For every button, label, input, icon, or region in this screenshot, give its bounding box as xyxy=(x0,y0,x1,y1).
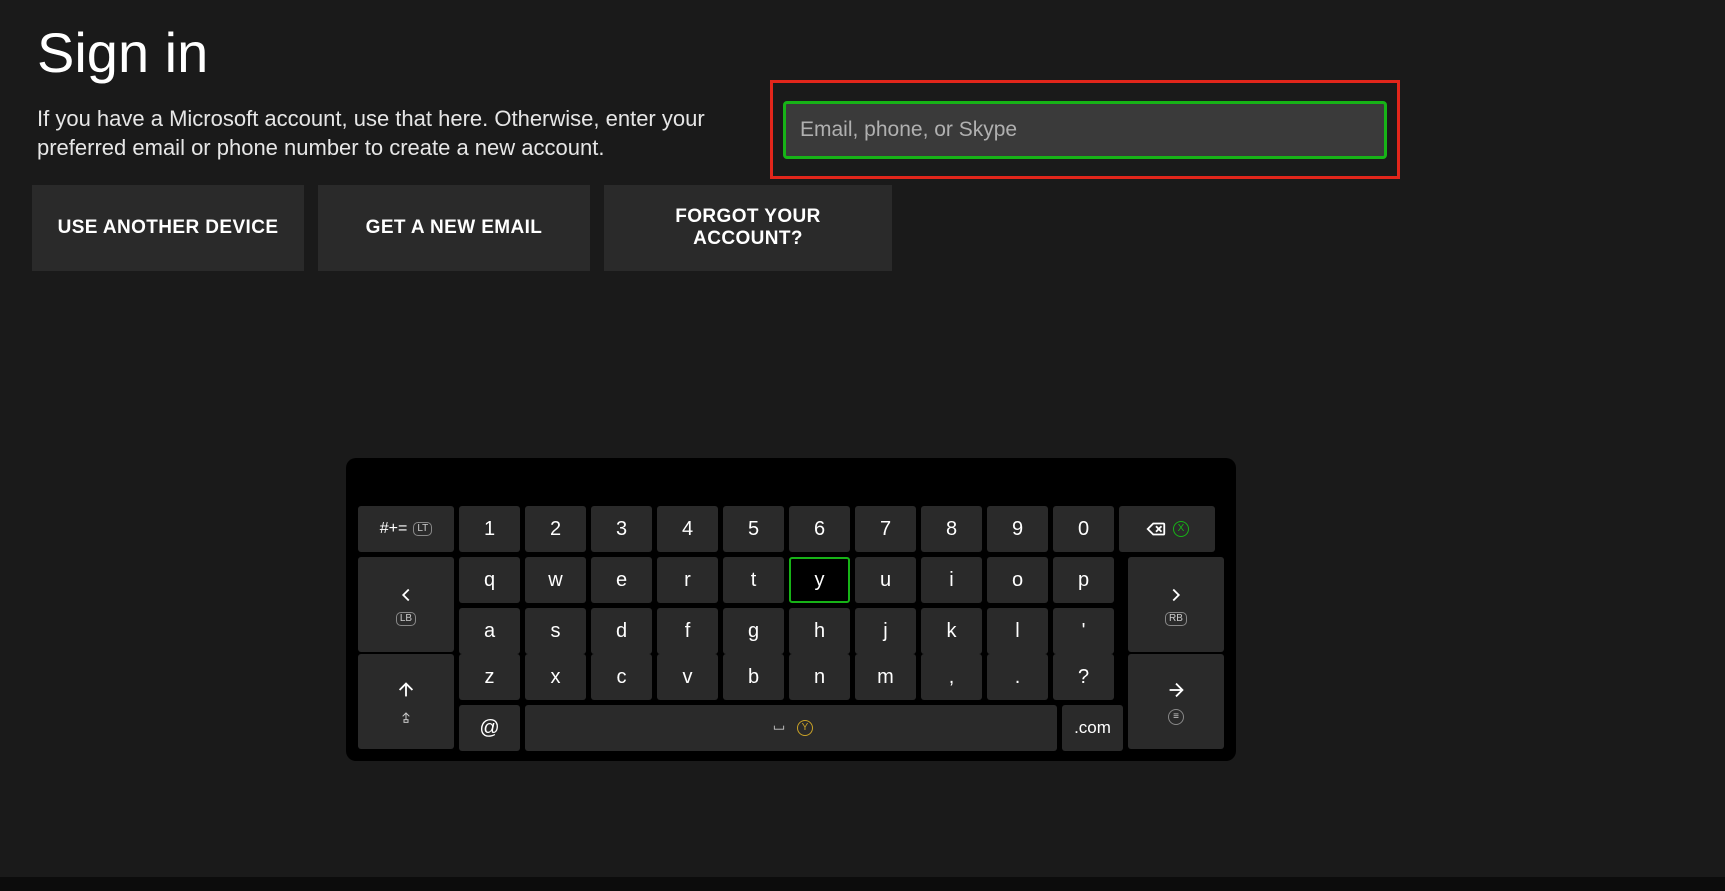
key-h[interactable]: h xyxy=(789,608,850,654)
key-u[interactable]: u xyxy=(855,557,916,603)
key-k[interactable]: k xyxy=(921,608,982,654)
key-space[interactable]: Y xyxy=(525,705,1057,751)
key-a[interactable]: a xyxy=(459,608,520,654)
onscreen-keyboard: #+= LT 1 2 3 4 5 6 7 8 9 0 X LB xyxy=(346,458,1236,761)
key-l[interactable]: l xyxy=(987,608,1048,654)
menu-badge-icon: ≡ xyxy=(1168,709,1184,725)
key-6[interactable]: 6 xyxy=(789,506,850,552)
key-4[interactable]: 4 xyxy=(657,506,718,552)
key-s[interactable]: s xyxy=(525,608,586,654)
key-t[interactable]: t xyxy=(723,557,784,603)
key-backspace[interactable]: X xyxy=(1119,506,1215,552)
key-symbols-label: #+= xyxy=(380,520,408,538)
key-period[interactable]: . xyxy=(987,654,1048,700)
y-badge-icon: Y xyxy=(797,720,813,736)
key-c[interactable]: c xyxy=(591,654,652,700)
key-comma[interactable]: , xyxy=(921,654,982,700)
chevron-left-icon xyxy=(395,584,417,606)
key-m[interactable]: m xyxy=(855,654,916,700)
forgot-account-button[interactable]: FORGOT YOUR ACCOUNT? xyxy=(604,185,892,271)
key-i[interactable]: i xyxy=(921,557,982,603)
key-o[interactable]: o xyxy=(987,557,1048,603)
key-f[interactable]: f xyxy=(657,608,718,654)
key-q[interactable]: q xyxy=(459,557,520,603)
x-badge-icon: X xyxy=(1173,521,1189,537)
key-dotcom[interactable]: .com xyxy=(1062,705,1123,751)
key-z[interactable]: z xyxy=(459,654,520,700)
rb-badge-icon: RB xyxy=(1165,612,1187,626)
key-b[interactable]: b xyxy=(723,654,784,700)
key-y[interactable]: y xyxy=(789,557,850,603)
key-e[interactable]: e xyxy=(591,557,652,603)
key-r[interactable]: r xyxy=(657,557,718,603)
key-shift[interactable] xyxy=(358,654,454,749)
arrow-right-icon xyxy=(1165,679,1187,701)
email-input[interactable] xyxy=(786,104,1384,156)
key-question[interactable]: ? xyxy=(1053,654,1114,700)
action-button-row: USE ANOTHER DEVICE GET A NEW EMAIL FORGO… xyxy=(32,185,892,271)
email-input-highlight-box xyxy=(770,80,1400,179)
key-w[interactable]: w xyxy=(525,557,586,603)
key-v[interactable]: v xyxy=(657,654,718,700)
page-title: Sign in xyxy=(37,20,208,85)
caps-indicator-icon xyxy=(398,709,414,725)
key-at[interactable]: @ xyxy=(459,705,520,751)
key-n[interactable]: n xyxy=(789,654,850,700)
use-another-device-button[interactable]: USE ANOTHER DEVICE xyxy=(32,185,304,271)
key-cursor-right[interactable]: RB xyxy=(1128,557,1224,652)
key-5[interactable]: 5 xyxy=(723,506,784,552)
key-j[interactable]: j xyxy=(855,608,916,654)
bottom-bar xyxy=(0,877,1725,891)
key-0[interactable]: 0 xyxy=(1053,506,1114,552)
key-8[interactable]: 8 xyxy=(921,506,982,552)
key-symbols[interactable]: #+= LT xyxy=(358,506,454,552)
lt-badge-icon: LT xyxy=(413,522,432,536)
key-apostrophe[interactable]: ' xyxy=(1053,608,1114,654)
key-enter[interactable]: ≡ xyxy=(1128,654,1224,749)
arrow-up-icon xyxy=(395,679,417,701)
key-1[interactable]: 1 xyxy=(459,506,520,552)
key-9[interactable]: 9 xyxy=(987,506,1048,552)
lb-badge-icon: LB xyxy=(396,612,416,626)
key-d[interactable]: d xyxy=(591,608,652,654)
key-g[interactable]: g xyxy=(723,608,784,654)
backspace-icon xyxy=(1145,518,1167,540)
chevron-right-icon xyxy=(1165,584,1187,606)
space-icon xyxy=(769,721,789,735)
email-input-focus-border xyxy=(783,101,1387,159)
key-p[interactable]: p xyxy=(1053,557,1114,603)
get-new-email-button[interactable]: GET A NEW EMAIL xyxy=(318,185,590,271)
key-7[interactable]: 7 xyxy=(855,506,916,552)
key-2[interactable]: 2 xyxy=(525,506,586,552)
key-3[interactable]: 3 xyxy=(591,506,652,552)
page-subtitle: If you have a Microsoft account, use tha… xyxy=(37,105,717,162)
key-cursor-left[interactable]: LB xyxy=(358,557,454,652)
key-x[interactable]: x xyxy=(525,654,586,700)
